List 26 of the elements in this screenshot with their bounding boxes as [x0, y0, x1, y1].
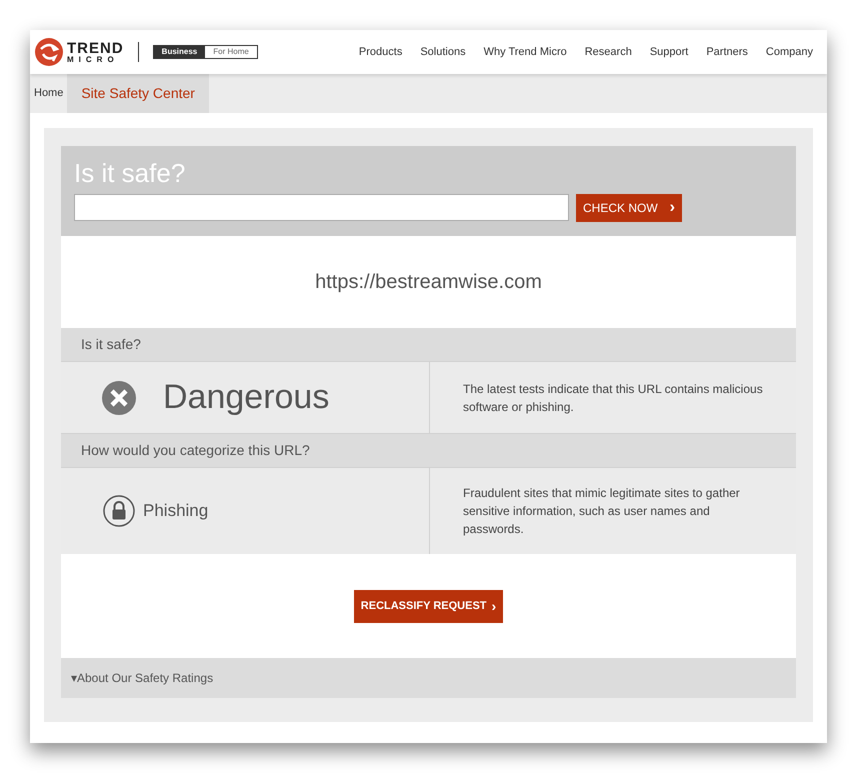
- nav-link[interactable]: Why Trend Micro: [484, 44, 567, 60]
- description-text: The latest tests indicate that this URL contains malicious software or phishing.: [463, 380, 763, 416]
- segment-tab[interactable]: Business: [154, 46, 206, 58]
- url-input-field[interactable]: [74, 194, 569, 221]
- lock-icon: [103, 495, 135, 527]
- nav-link[interactable]: Research: [584, 44, 632, 60]
- rating-label: Dangerous: [163, 377, 330, 418]
- logo-subtext: MICRO: [67, 56, 120, 64]
- section-heading: Is it safe?: [61, 328, 796, 361]
- nav-link[interactable]: Products: [358, 44, 402, 60]
- logo-text: TREND: [67, 40, 124, 56]
- check-now-button[interactable]: CHECK NOW ›: [576, 194, 682, 222]
- breadcrumb-tab[interactable]: Home: [30, 74, 68, 113]
- section-heading: How would you categorize this URL?: [61, 434, 796, 467]
- nav-link[interactable]: Partners: [706, 44, 748, 60]
- breadcrumb-tab[interactable]: Site Safety Center: [67, 74, 209, 113]
- category-label: Phishing: [143, 500, 208, 522]
- description-text: Fraudulent sites that mimic legitimate sites to gather sensitive information, such as user names and passwords.: [463, 485, 741, 538]
- logo-icon: [34, 37, 64, 67]
- url-text: https://bestreamwise.com: [315, 270, 542, 295]
- reclassify-button[interactable]: RECLASSIFY REQUEST ›: [354, 590, 504, 622]
- nav-link[interactable]: Company: [766, 44, 813, 60]
- about-ratings-toggle[interactable]: ▾About Our Safety Ratings: [61, 658, 796, 698]
- nav-link[interactable]: Solutions: [420, 44, 466, 60]
- nav-link[interactable]: Support: [650, 44, 688, 60]
- x-circle-icon: [101, 380, 137, 416]
